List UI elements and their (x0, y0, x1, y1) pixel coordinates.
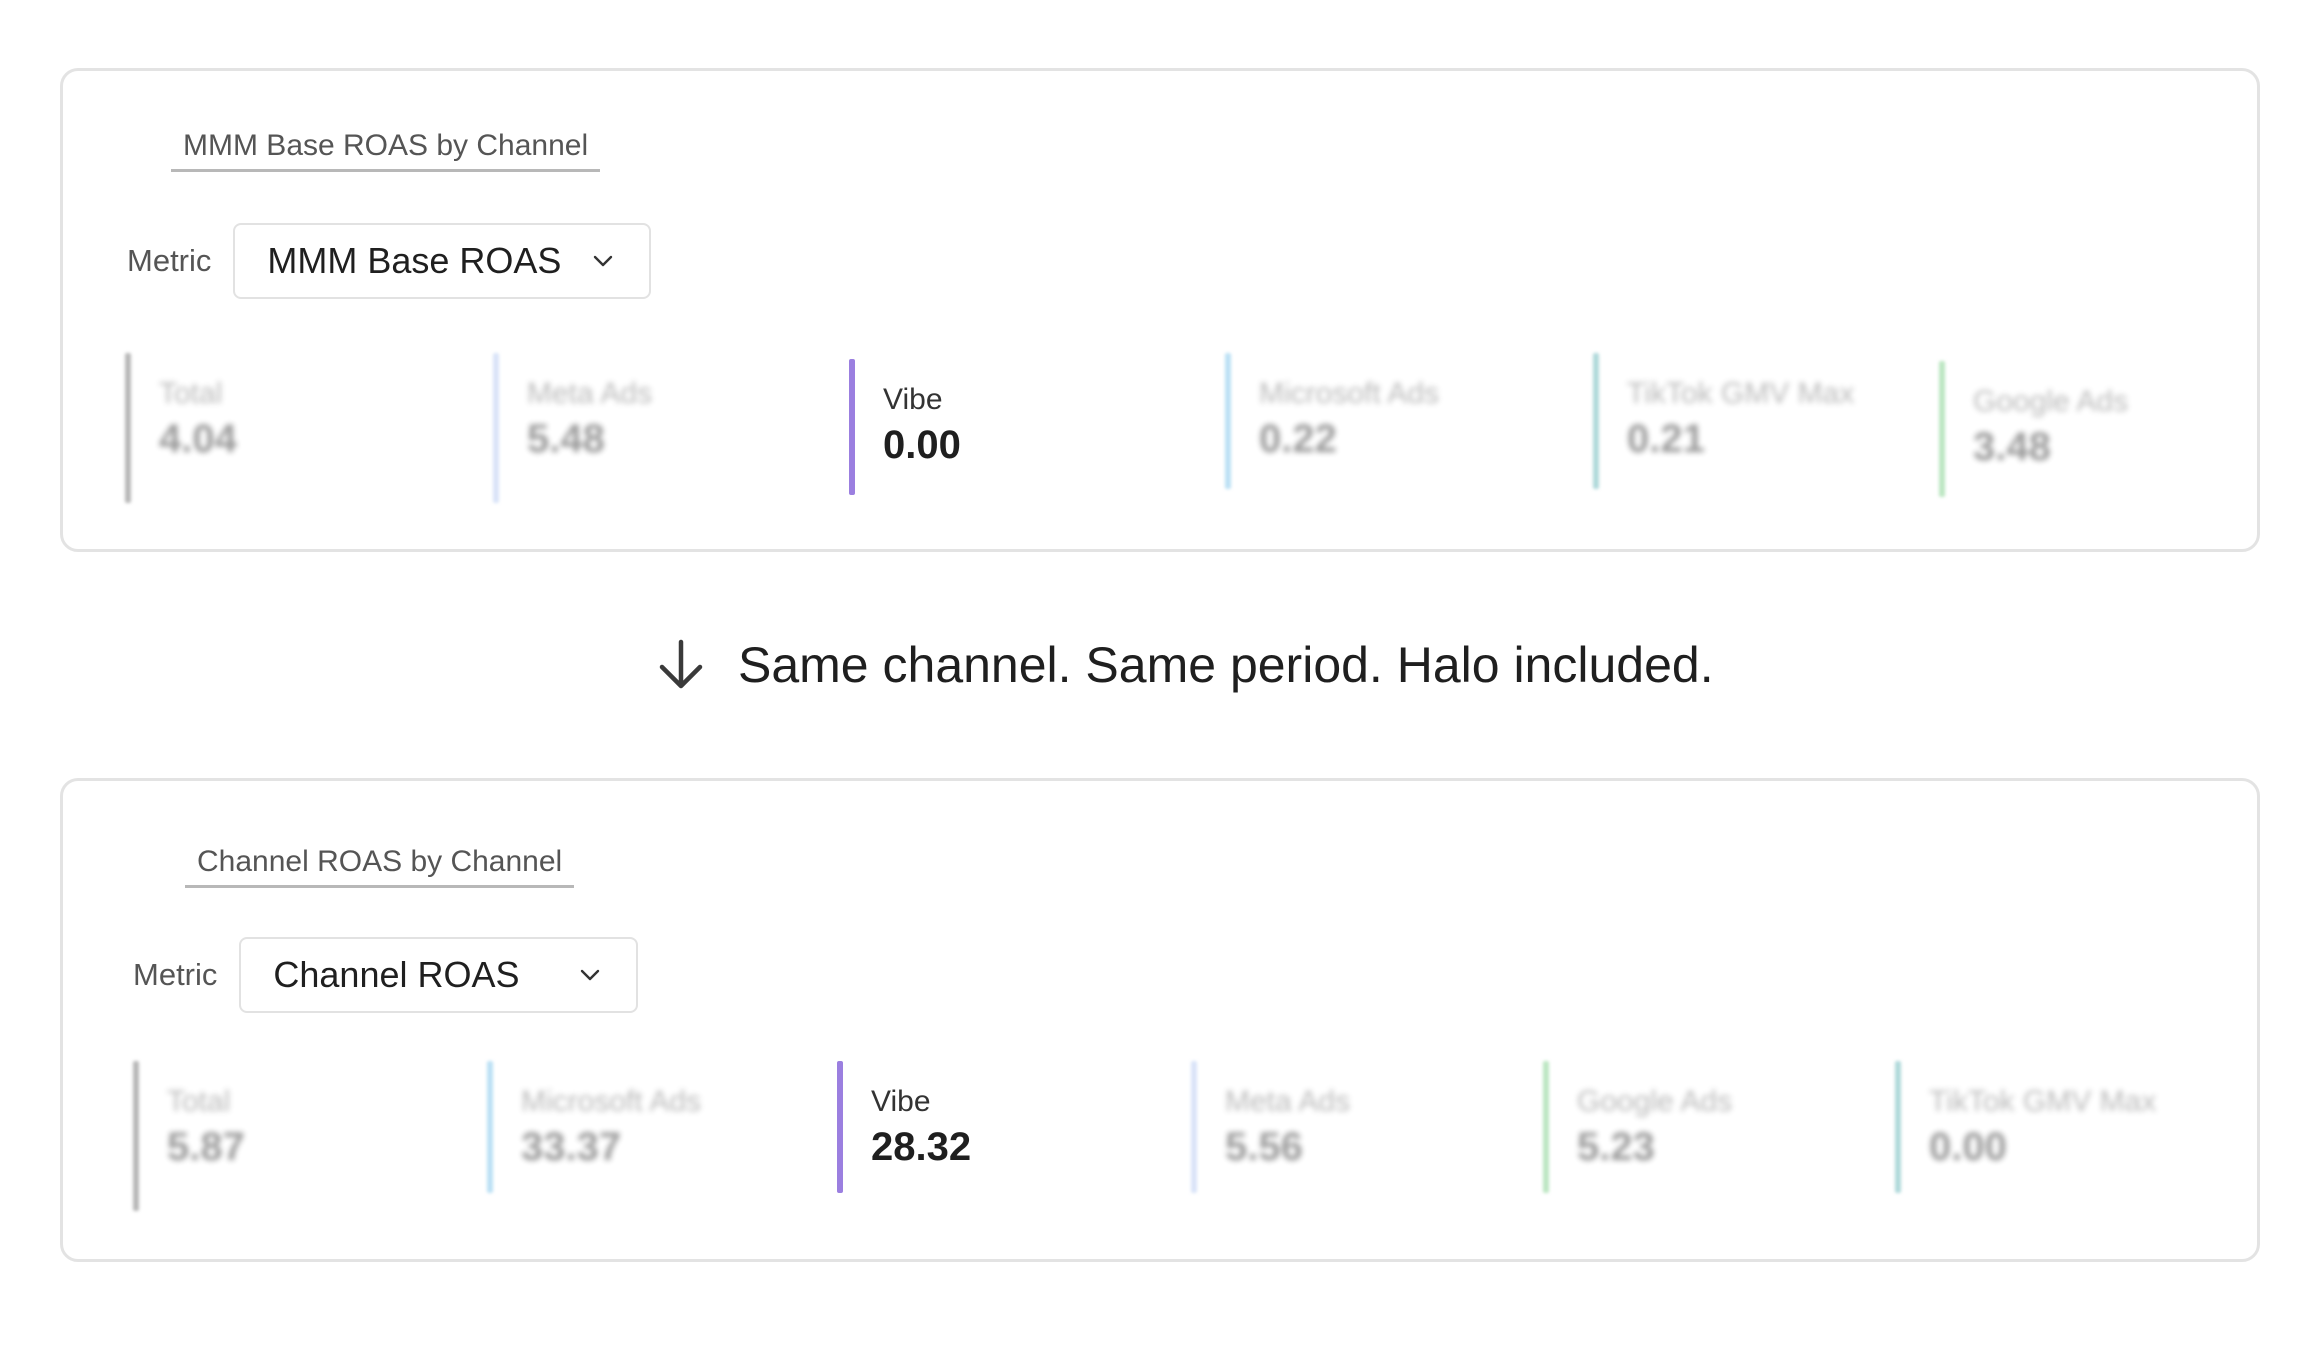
metric-label: Metric (133, 957, 218, 992)
channel-color-bar (849, 359, 855, 495)
channel-name: Microsoft Ads (1259, 377, 1440, 410)
chevron-down-icon (580, 969, 599, 981)
channel-value: 3.48 (1973, 425, 2051, 469)
channel-name: Total (159, 377, 223, 410)
metric-dropdown[interactable]: Channel ROAS (239, 937, 638, 1013)
channel-value: 5.56 (1225, 1125, 1303, 1169)
channel-color-bar (487, 1061, 493, 1193)
channel-name: Vibe (871, 1085, 931, 1118)
chevron-down-icon (594, 255, 613, 267)
channel-value: 0.00 (883, 423, 961, 467)
channel-metrics: Total 5.87 Microsoft Ads 33.37 Vibe 28.3… (133, 1061, 2253, 1211)
mmm-base-roas-panel: MMM Base ROAS by Channel Metric MMM Base… (60, 68, 2260, 552)
panel-title[interactable]: MMM Base ROAS by Channel (171, 129, 601, 172)
channel-value: 33.37 (521, 1125, 622, 1169)
channel-roas-panel: Channel ROAS by Channel Metric Channel R… (60, 778, 2260, 1262)
channel-value: 0.22 (1259, 417, 1337, 461)
channel-name: TikTok GMV Max (1929, 1085, 2157, 1118)
channel-name: Total (167, 1085, 231, 1118)
channel-name: Vibe (883, 383, 943, 416)
channel-value: 5.48 (527, 417, 605, 461)
channel-color-bar (1543, 1061, 1549, 1193)
channel-value: 28.32 (871, 1125, 972, 1169)
channel-color-bar (837, 1061, 843, 1193)
channel-name: Google Ads (1577, 1085, 1733, 1118)
channel-value: 0.21 (1627, 417, 1705, 461)
metric-row: Metric Channel ROAS (133, 937, 638, 1013)
metric-dropdown[interactable]: MMM Base ROAS (233, 223, 652, 299)
channel-metrics: Total 4.04 Meta Ads 5.48 Vibe 0.00 Micro… (125, 353, 2245, 503)
arrow-down-icon (659, 639, 703, 689)
channel-color-bar (1939, 361, 1945, 497)
channel-name: Microsoft Ads (521, 1085, 702, 1118)
channel-color-bar (133, 1061, 139, 1211)
panel-title[interactable]: Channel ROAS by Channel (185, 845, 575, 888)
channel-name: Google Ads (1973, 385, 2129, 418)
caption-text: Same channel. Same period. Halo included… (738, 637, 1714, 693)
channel-name: TikTok GMV Max (1627, 377, 1855, 410)
channel-color-bar (493, 353, 499, 503)
channel-color-bar (125, 353, 131, 503)
channel-name: Meta Ads (1225, 1085, 1351, 1118)
channel-color-bar (1593, 353, 1599, 489)
channel-color-bar (1225, 353, 1231, 489)
metric-label: Metric (127, 243, 212, 278)
metric-dropdown-value: Channel ROAS (273, 954, 520, 995)
metric-row: Metric MMM Base ROAS (127, 223, 652, 299)
channel-name: Meta Ads (527, 377, 653, 410)
metric-dropdown-value: MMM Base ROAS (267, 240, 562, 281)
comparison-caption: Same channel. Same period. Halo included… (652, 636, 1714, 694)
channel-value: 5.87 (167, 1125, 245, 1169)
channel-color-bar (1191, 1061, 1197, 1193)
channel-value: 0.00 (1929, 1125, 2007, 1169)
channel-value: 5.23 (1577, 1125, 1655, 1169)
channel-color-bar (1895, 1061, 1901, 1193)
channel-value: 4.04 (159, 417, 237, 461)
